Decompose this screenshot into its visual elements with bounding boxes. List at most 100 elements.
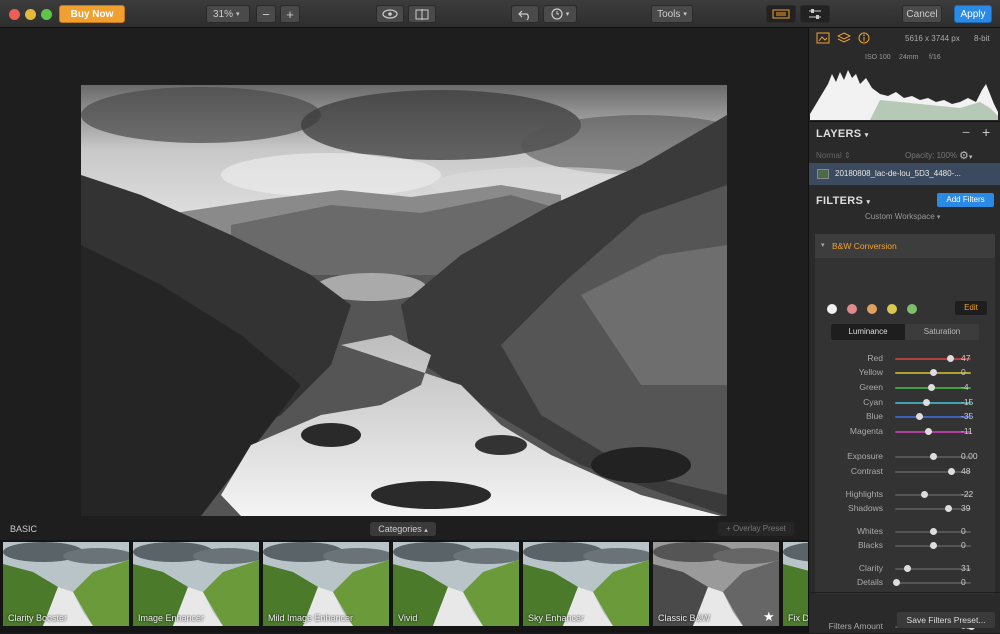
preset-thumbnail[interactable]: Image Enhancer [133, 542, 259, 626]
aperture: f/16 [929, 54, 941, 61]
color-swatch[interactable] [907, 304, 917, 314]
slider-knob[interactable] [946, 355, 954, 362]
preset-label: Fix D [788, 613, 808, 623]
slider-knob[interactable] [921, 491, 929, 498]
slider-label: Highlights [845, 489, 883, 499]
apply-button[interactable]: Apply [954, 5, 992, 23]
color-swatch[interactable] [867, 304, 877, 314]
favorite-star-icon[interactable]: ★ [763, 609, 775, 625]
filter-header[interactable]: ▾ B&W Conversion [815, 234, 995, 258]
layers-stack-icon[interactable] [837, 32, 851, 44]
slider-knob[interactable] [929, 369, 937, 376]
color-swatch[interactable] [847, 304, 857, 314]
color-swatch[interactable] [827, 304, 837, 314]
color-swatch[interactable] [887, 304, 897, 314]
histogram [810, 70, 998, 120]
slider-track[interactable] [895, 582, 971, 584]
zoom-dropdown[interactable]: 31% ▾ [206, 5, 250, 23]
tools-dropdown[interactable]: Tools ▾ [651, 5, 693, 23]
zoom-in-button[interactable]: + [280, 5, 300, 23]
sliders-icon [809, 9, 821, 19]
slider-knob[interactable] [923, 399, 931, 406]
gear-icon[interactable]: ⚙▾ [959, 149, 972, 162]
layer-row[interactable]: 20180808_lac-de-lou_5D3_4480-... [809, 163, 1000, 185]
slider-knob[interactable] [929, 528, 937, 535]
preset-strip: Clarity Booster Image Enhancer Mild Image … [0, 540, 808, 633]
workspace-select[interactable]: Custom Workspace ▾ [865, 212, 940, 221]
main-photo[interactable] [81, 85, 727, 516]
slider-label: Blacks [857, 540, 883, 550]
slider-knob[interactable] [947, 468, 955, 475]
focal-length: 24mm [899, 54, 919, 61]
history-button[interactable]: ▾ [543, 5, 577, 23]
preview-eye-button[interactable] [376, 5, 404, 23]
split-view-icon [415, 8, 429, 20]
preset-thumbnail[interactable]: Vivid [393, 542, 519, 626]
preset-label: Classic B&W [658, 613, 711, 623]
blend-mode-select[interactable]: Normal ⇕ [816, 151, 851, 160]
slider-value: 48 [961, 466, 971, 476]
slider-knob[interactable] [929, 542, 937, 549]
preset-thumbnail[interactable]: Fix D [783, 542, 808, 626]
opacity-value[interactable]: Opacity: 100% [905, 151, 957, 160]
tab-luminance[interactable]: Luminance [831, 324, 905, 340]
save-filters-preset-button[interactable]: Save Filters Preset... [897, 612, 995, 628]
slider-row-red: Red 47 [809, 352, 1000, 366]
bit-depth: 8-bit [974, 34, 990, 43]
chevron-down-icon: ▾ [565, 11, 570, 18]
slider-track[interactable] [895, 416, 971, 418]
image-canvas[interactable] [0, 28, 808, 518]
slider-track[interactable] [895, 402, 971, 404]
add-layer-button[interactable]: + [982, 124, 990, 140]
overlay-preset-button[interactable]: + Overlay Preset [718, 522, 794, 536]
slider-value: 0 [961, 577, 966, 587]
slider-label: Details [857, 577, 883, 587]
right-panel: 5616 x 3744 px 8-bit ISO 100 24mm f/16 L… [808, 28, 1000, 633]
layers-panel-toggle[interactable] [766, 5, 796, 23]
remove-layer-button[interactable]: − [962, 124, 970, 140]
tab-saturation[interactable]: Saturation [905, 324, 979, 340]
slider-track[interactable] [895, 494, 971, 496]
slider-value: 0 [961, 526, 966, 536]
slider-label: Shadows [848, 503, 883, 513]
cancel-button[interactable]: Cancel [902, 5, 942, 23]
close-window-button[interactable] [9, 9, 20, 20]
preset-thumbnail[interactable]: Mild Image Enhancer [263, 542, 389, 626]
preset-thumbnail[interactable]: Clarity Booster [3, 542, 129, 626]
slider-track[interactable] [895, 358, 971, 360]
slider-knob[interactable] [924, 428, 932, 435]
undo-icon [518, 10, 529, 20]
minimize-window-button[interactable] [25, 9, 36, 20]
slider-value: -4 [961, 382, 969, 392]
image-info-icon[interactable] [816, 32, 830, 44]
maximize-window-button[interactable] [41, 9, 52, 20]
undo-button[interactable] [511, 5, 539, 23]
add-filters-button[interactable]: Add Filters [937, 193, 994, 207]
buy-now-button[interactable]: Buy Now [59, 5, 125, 23]
slider-row-blacks: Blacks 0 [809, 539, 1000, 553]
landscape-image [81, 85, 727, 516]
slider-track[interactable] [895, 508, 971, 510]
filters-title[interactable]: FILTERS ▾ [816, 195, 870, 207]
layers-title[interactable]: LAYERS ▾ [816, 128, 869, 140]
slider-label: Cyan [863, 397, 883, 407]
preset-thumbnail[interactable]: Classic B&W [653, 542, 779, 626]
edit-button[interactable]: Edit [955, 301, 987, 315]
slider-knob[interactable] [915, 413, 923, 420]
categories-dropdown[interactable]: Categories ▴ [370, 522, 436, 536]
slider-track[interactable] [895, 431, 971, 433]
compare-button[interactable] [408, 5, 436, 23]
slider-knob[interactable] [944, 505, 952, 512]
preset-label: Vivid [398, 613, 418, 623]
eye-icon [382, 9, 398, 19]
slider-knob[interactable] [929, 453, 937, 460]
slider-label: Magenta [849, 426, 883, 436]
slider-knob[interactable] [927, 384, 935, 391]
preset-thumbnail[interactable]: Sky Enhancer [523, 542, 649, 626]
slider-knob[interactable] [893, 579, 901, 586]
slider-knob[interactable] [903, 565, 911, 572]
info-icon[interactable] [858, 32, 870, 44]
adjustments-toggle[interactable] [800, 5, 830, 23]
zoom-out-button[interactable]: − [256, 5, 276, 23]
slider-track[interactable] [895, 471, 971, 473]
